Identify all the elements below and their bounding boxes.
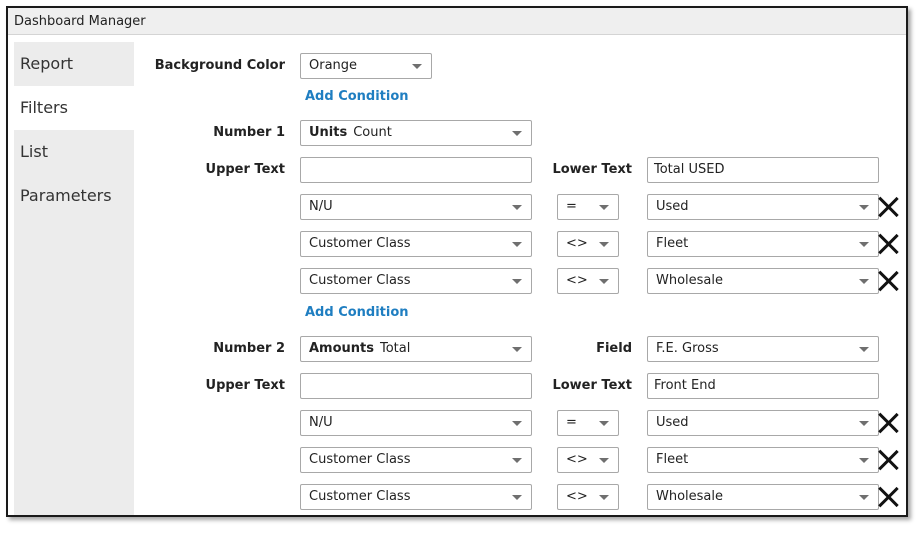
remove-condition-close-icon[interactable] bbox=[877, 233, 899, 255]
condition-value-select[interactable]: Wholesale bbox=[647, 268, 879, 294]
number2-field-category: Amounts bbox=[309, 341, 374, 356]
sidebar-item-parameters[interactable]: Parameters bbox=[14, 174, 134, 218]
chevron-down-icon bbox=[512, 495, 522, 500]
sidebar-item-list[interactable]: List bbox=[14, 130, 134, 174]
add-condition-link-1[interactable]: Add Condition bbox=[305, 88, 409, 106]
chevron-down-icon bbox=[859, 421, 869, 426]
condition-operator-select[interactable]: <> bbox=[557, 447, 619, 473]
chevron-down-icon bbox=[512, 347, 522, 352]
number1-lower-text-input[interactable]: Total USED bbox=[647, 157, 879, 183]
number1-label: Number 1 bbox=[213, 125, 285, 140]
background-color-value: Orange bbox=[309, 58, 358, 73]
window-title: Dashboard Manager bbox=[8, 8, 906, 35]
number2-lower-text-input[interactable]: Front End bbox=[647, 373, 879, 399]
add-condition-link-2[interactable]: Add Condition bbox=[305, 304, 409, 322]
chevron-down-icon bbox=[512, 205, 522, 210]
chevron-down-icon bbox=[599, 242, 609, 247]
chevron-down-icon bbox=[512, 279, 522, 284]
condition-field-value: Customer Class bbox=[309, 452, 411, 467]
condition-value-select[interactable]: Used bbox=[647, 410, 879, 436]
condition-operator-select[interactable]: <> bbox=[557, 268, 619, 294]
remove-condition-close-icon[interactable] bbox=[877, 270, 899, 292]
number1-field-select[interactable]: Units Count bbox=[300, 120, 532, 146]
condition-field-select[interactable]: N/U bbox=[300, 410, 532, 436]
condition-field-select[interactable]: N/U bbox=[300, 194, 532, 220]
condition-value-text: Fleet bbox=[656, 236, 689, 251]
background-color-label: Background Color bbox=[154, 58, 285, 73]
chevron-down-icon bbox=[512, 421, 522, 426]
condition-field-select[interactable]: Customer Class bbox=[300, 484, 532, 510]
condition-field-value: N/U bbox=[309, 199, 333, 214]
chevron-down-icon bbox=[599, 279, 609, 284]
chevron-down-icon bbox=[859, 347, 869, 352]
number2-field-dropdown[interactable]: F.E. Gross bbox=[647, 336, 879, 362]
condition-field-select[interactable]: Customer Class bbox=[300, 268, 532, 294]
chevron-down-icon bbox=[512, 242, 522, 247]
remove-condition-close-icon[interactable] bbox=[877, 412, 899, 434]
chevron-down-icon bbox=[512, 458, 522, 463]
chevron-down-icon bbox=[512, 131, 522, 136]
chevron-down-icon bbox=[599, 205, 609, 210]
condition-operator-value: = bbox=[566, 415, 577, 430]
condition-value-select[interactable]: Fleet bbox=[647, 231, 879, 257]
number1-lower-text-label: Lower Text bbox=[552, 162, 632, 177]
condition-value-select[interactable]: Used bbox=[647, 194, 879, 220]
chevron-down-icon bbox=[599, 458, 609, 463]
number2-field-dropdown-value: F.E. Gross bbox=[656, 341, 719, 356]
condition-field-select[interactable]: Customer Class bbox=[300, 231, 532, 257]
condition-value-text: Wholesale bbox=[656, 273, 724, 288]
condition-field-value: Customer Class bbox=[309, 273, 411, 288]
chevron-down-icon bbox=[859, 279, 869, 284]
chevron-down-icon bbox=[859, 242, 869, 247]
condition-value-text: Used bbox=[656, 415, 689, 430]
remove-condition-close-icon[interactable] bbox=[877, 196, 899, 218]
chevron-down-icon bbox=[859, 495, 869, 500]
number2-label: Number 2 bbox=[213, 341, 285, 356]
chevron-down-icon bbox=[599, 421, 609, 426]
chevron-down-icon bbox=[599, 495, 609, 500]
remove-condition-close-icon[interactable] bbox=[877, 449, 899, 471]
number2-field-select[interactable]: Amounts Total bbox=[300, 336, 532, 362]
condition-operator-value: = bbox=[566, 199, 577, 214]
condition-operator-value: <> bbox=[566, 273, 588, 288]
condition-operator-select[interactable]: <> bbox=[557, 484, 619, 510]
condition-field-value: Customer Class bbox=[309, 236, 411, 251]
condition-value-select[interactable]: Fleet bbox=[647, 447, 879, 473]
condition-value-text: Fleet bbox=[656, 452, 689, 467]
sidebar-item-report[interactable]: Report bbox=[14, 42, 134, 86]
condition-field-value: Customer Class bbox=[309, 489, 411, 504]
condition-field-select[interactable]: Customer Class bbox=[300, 447, 532, 473]
sidebar: Report Filters List Parameters bbox=[14, 42, 134, 515]
condition-field-value: N/U bbox=[309, 415, 333, 430]
chevron-down-icon bbox=[412, 64, 422, 69]
condition-value-text: Used bbox=[656, 199, 689, 214]
number1-field-category: Units bbox=[309, 125, 348, 140]
condition-operator-select[interactable]: <> bbox=[557, 231, 619, 257]
condition-operator-value: <> bbox=[566, 489, 588, 504]
condition-operator-value: <> bbox=[566, 452, 588, 467]
number1-field-value: Count bbox=[353, 125, 392, 140]
number2-field-label: Field bbox=[596, 341, 632, 356]
number2-upper-text-input[interactable] bbox=[300, 373, 532, 399]
number1-upper-text-input[interactable] bbox=[300, 157, 532, 183]
chevron-down-icon bbox=[859, 205, 869, 210]
remove-condition-close-icon[interactable] bbox=[877, 486, 899, 508]
condition-operator-value: <> bbox=[566, 236, 588, 251]
condition-value-text: Wholesale bbox=[656, 489, 724, 504]
number2-field-value: Total bbox=[380, 341, 411, 356]
condition-value-select[interactable]: Wholesale bbox=[647, 484, 879, 510]
number2-lower-text-label: Lower Text bbox=[552, 378, 632, 393]
number2-upper-text-label: Upper Text bbox=[205, 378, 285, 393]
sidebar-item-filters[interactable]: Filters bbox=[14, 86, 134, 130]
condition-operator-select[interactable]: = bbox=[557, 194, 619, 220]
number1-upper-text-label: Upper Text bbox=[205, 162, 285, 177]
chevron-down-icon bbox=[859, 458, 869, 463]
dashboard-manager-window: Dashboard Manager Report Filters List Pa… bbox=[6, 6, 908, 517]
condition-operator-select[interactable]: = bbox=[557, 410, 619, 436]
background-color-select[interactable]: Orange bbox=[300, 53, 432, 79]
